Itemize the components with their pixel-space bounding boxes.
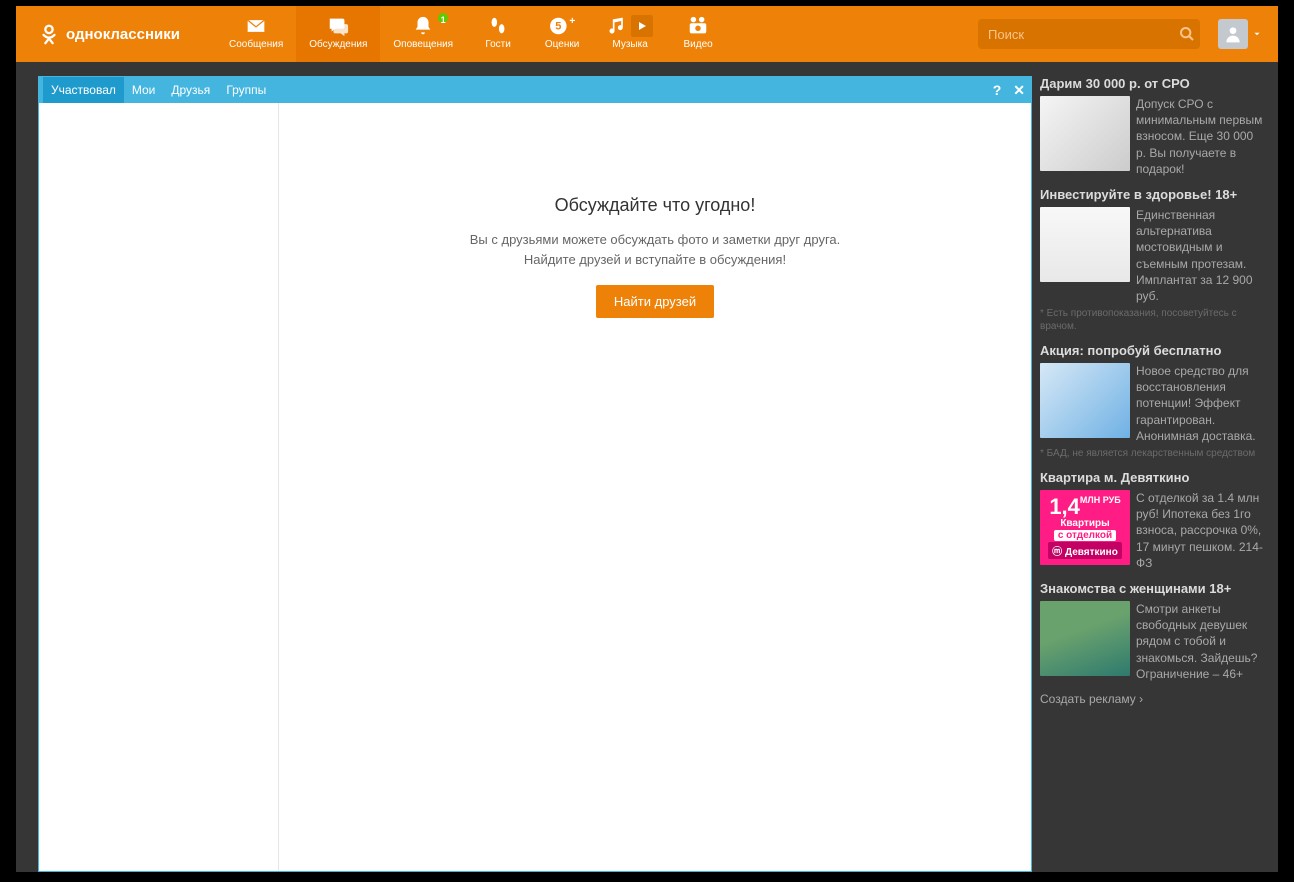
panel-tab[interactable]: Группы — [218, 77, 274, 103]
empty-line-1: Вы с друзьями можете обсуждать фото и за… — [470, 230, 841, 250]
search-icon — [1179, 26, 1195, 42]
nav-label: Оценки — [545, 39, 579, 50]
ad-title[interactable]: Дарим 30 000 р. от СРО — [1040, 76, 1266, 91]
panel-tabs: УчаствовалМоиДрузьяГруппы ? ✕ — [39, 77, 1031, 103]
nav-item-envelope[interactable]: Сообщения — [216, 6, 296, 62]
ad-title[interactable]: Знакомства с женщинами 18+ — [1040, 581, 1266, 596]
comments-icon — [325, 15, 351, 37]
ad-text: Смотри анкеты свободных девушек рядом с … — [1136, 601, 1266, 682]
nav-item-five-plus[interactable]: 5+Оценки — [530, 6, 594, 62]
ad-disclaimer: * БАД, не является лекарственным средств… — [1040, 447, 1266, 460]
help-button[interactable]: ? — [987, 77, 1008, 103]
nav-item-bell[interactable]: 1 Оповещения — [380, 6, 466, 62]
bell-icon — [412, 15, 434, 37]
svg-text:+: + — [569, 16, 575, 27]
ad-block[interactable]: Квартира м. Девяткино 1,4МЛН РУБКвартирыс… — [1040, 470, 1266, 571]
ad-block[interactable]: Инвестируйте в здоровье! 18+ Единственная… — [1040, 187, 1266, 333]
ad-text: С отделкой за 1.4 млн руб! Ипотека без 1… — [1136, 490, 1266, 571]
ok-logo-icon — [38, 23, 60, 45]
ad-text: Новое средство для восстановления потенц… — [1136, 363, 1266, 444]
topbar: одноклассники Сообщения Обсуждения 1 Оповещ… — [16, 6, 1278, 62]
person-icon — [1223, 24, 1243, 44]
discussions-empty-state: Обсуждайте что угодно! Вы с друзьями мож… — [279, 103, 1031, 871]
close-button[interactable]: ✕ — [1007, 77, 1031, 103]
nav-item-footprints[interactable]: Гости — [466, 6, 530, 62]
search-box — [978, 19, 1200, 49]
profile-menu[interactable] — [1210, 6, 1278, 62]
musicnote-icon — [607, 15, 627, 37]
envelope-icon — [243, 15, 269, 37]
nav-label: Музыка — [612, 39, 647, 50]
find-friends-button[interactable]: Найти друзей — [596, 285, 714, 318]
nav-label: Оповещения — [393, 39, 453, 50]
panel-tab[interactable]: Участвовал — [43, 77, 124, 103]
nav-item-comments[interactable]: Обсуждения — [296, 6, 380, 62]
nav-label: Гости — [485, 39, 510, 50]
nav-label: Сообщения — [229, 39, 283, 50]
ad-title[interactable]: Инвестируйте в здоровье! 18+ — [1040, 187, 1266, 202]
search-input[interactable] — [978, 27, 1174, 42]
ad-title[interactable]: Акция: попробуй бесплатно — [1040, 343, 1266, 358]
ad-text: Допуск СРО с минимальным первым взносом.… — [1136, 96, 1266, 177]
ad-image[interactable] — [1040, 96, 1130, 171]
panel-tab[interactable]: Друзья — [163, 77, 218, 103]
ad-image[interactable]: 1,4МЛН РУБКвартирыс отделкойⓜ Девяткино — [1040, 490, 1130, 565]
ad-block[interactable]: Знакомства с женщинами 18+ Смотри анкеты … — [1040, 581, 1266, 682]
main-nav: СообщенияОбсуждения1ОповещенияГости5+Оце… — [216, 6, 730, 62]
five-plus-icon: 5+ — [549, 15, 575, 37]
empty-title: Обсуждайте что угодно! — [555, 195, 756, 216]
empty-line-2: Найдите друзей и вступайте в обсуждения! — [524, 250, 786, 270]
ad-title[interactable]: Квартира м. Девяткино — [1040, 470, 1266, 485]
nav-item-musicnote[interactable]: Музыка — [594, 6, 666, 62]
play-icon[interactable] — [631, 15, 653, 37]
ad-text: Единственная альтернатива мостовидным и … — [1136, 207, 1266, 304]
logo-text: одноклассники — [66, 26, 180, 43]
avatar — [1218, 19, 1248, 49]
svg-text:5: 5 — [555, 20, 561, 32]
nav-item-videocam[interactable]: Видео — [666, 6, 730, 62]
search-wrap — [978, 6, 1210, 62]
footprints-icon — [487, 15, 509, 37]
logo[interactable]: одноклассники — [16, 6, 216, 62]
nav-label: Обсуждения — [309, 39, 367, 50]
discussions-panel: УчаствовалМоиДрузьяГруппы ? ✕ Обсуждайте… — [38, 76, 1032, 872]
ad-block[interactable]: Акция: попробуй бесплатно Новое средство … — [1040, 343, 1266, 460]
ads-column: Дарим 30 000 р. от СРО Допуск СРО с миним… — [1036, 62, 1278, 872]
chevron-down-icon — [1252, 29, 1262, 39]
create-ad-link[interactable]: Создать рекламу › — [1040, 692, 1266, 706]
panel-tab[interactable]: Мои — [124, 77, 164, 103]
ad-disclaimer: * Есть противопоказания, посоветуйтесь с… — [1040, 307, 1266, 333]
nav-label: Видео — [683, 39, 712, 50]
videocam-icon — [685, 15, 711, 37]
ad-image[interactable] — [1040, 601, 1130, 676]
discussions-list — [39, 103, 279, 871]
ad-image[interactable] — [1040, 207, 1130, 282]
ad-block[interactable]: Дарим 30 000 р. от СРО Допуск СРО с миним… — [1040, 76, 1266, 177]
ad-image[interactable] — [1040, 363, 1130, 438]
search-button[interactable] — [1174, 26, 1200, 42]
nav-badge: 1 — [436, 11, 450, 25]
